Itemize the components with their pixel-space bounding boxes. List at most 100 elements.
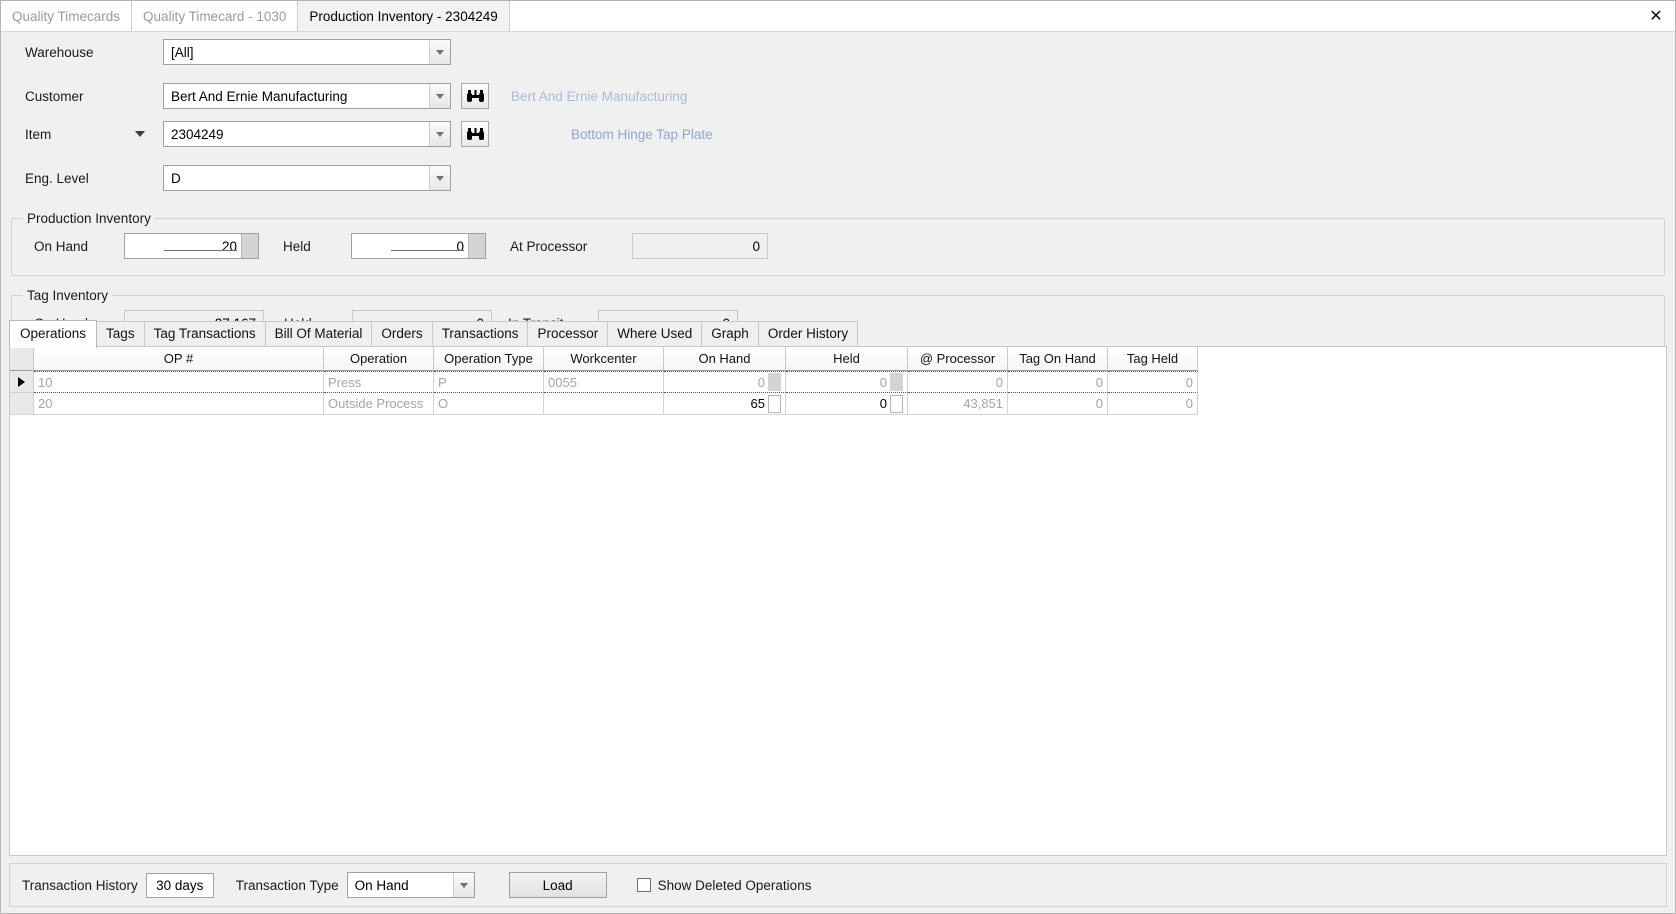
production-inventory-title: Production Inventory bbox=[23, 211, 155, 226]
spinner-handle[interactable] bbox=[890, 394, 903, 413]
column-label: Tag On Hand bbox=[1019, 351, 1096, 366]
cell-operation-type[interactable]: O bbox=[434, 393, 544, 415]
operations-grid[interactable]: OP # Operation Operation Type Workcenter… bbox=[10, 347, 1198, 415]
cell-tag-on-hand[interactable]: 0 bbox=[1008, 371, 1108, 393]
checkbox-box[interactable] bbox=[636, 878, 651, 892]
grid-header-op-number[interactable]: OP # bbox=[34, 347, 324, 371]
cell-operation[interactable]: Press bbox=[324, 371, 434, 393]
load-button[interactable]: Load bbox=[508, 872, 607, 898]
column-label: Tag Held bbox=[1126, 351, 1179, 366]
cell-held[interactable]: 0 bbox=[786, 371, 908, 393]
grid-header-workcenter[interactable]: Workcenter bbox=[544, 347, 664, 371]
cell-operation[interactable]: Outside Process bbox=[324, 393, 434, 415]
chevron-down-icon[interactable] bbox=[429, 166, 450, 190]
item-side-text: Bottom Hinge Tap Plate bbox=[571, 126, 713, 142]
cell-on-hand[interactable]: 0 bbox=[664, 371, 786, 393]
cell-held[interactable]: 0 bbox=[786, 393, 908, 415]
tab-label: Orders bbox=[381, 326, 423, 341]
transaction-type-label: Transaction Type bbox=[235, 877, 339, 893]
chevron-down-icon[interactable] bbox=[429, 84, 450, 108]
grid-header-operation-type[interactable]: Operation Type bbox=[434, 347, 544, 371]
production-held-value: 0 bbox=[352, 239, 468, 254]
grid-header-at-processor[interactable]: @ Processor bbox=[908, 347, 1008, 371]
transaction-type-select[interactable]: On Hand bbox=[346, 872, 475, 898]
tab-order-history[interactable]: Order History bbox=[757, 321, 859, 346]
tab-processor[interactable]: Processor bbox=[527, 321, 609, 346]
spinner-handle[interactable] bbox=[890, 373, 903, 391]
tab-label: Transactions bbox=[441, 326, 519, 341]
chevron-down-icon[interactable] bbox=[429, 40, 450, 64]
tab-operations[interactable]: Operations bbox=[9, 320, 98, 348]
chevron-down-icon[interactable] bbox=[429, 122, 450, 146]
close-icon[interactable]: ✕ bbox=[1643, 3, 1669, 27]
production-at-processor-value-box: 0 bbox=[632, 233, 768, 259]
tab-label: Bill Of Material bbox=[274, 326, 363, 341]
column-label: Operation Type bbox=[444, 351, 533, 366]
tab-graph[interactable]: Graph bbox=[701, 321, 759, 346]
filter-form: Warehouse [All] Customer Bert And Ernie … bbox=[1, 32, 1675, 214]
row-selector[interactable] bbox=[10, 393, 34, 415]
tab-bill-of-material[interactable]: Bill Of Material bbox=[264, 321, 373, 346]
transaction-history-value: 30 days bbox=[156, 877, 204, 893]
cell-value: 0 bbox=[879, 374, 887, 390]
spinner-handle[interactable] bbox=[468, 234, 485, 258]
eng-level-value: D bbox=[171, 170, 181, 186]
cell-workcenter[interactable] bbox=[544, 393, 664, 415]
production-held-input[interactable]: 0 bbox=[351, 233, 486, 259]
table-row[interactable]: 20 Outside Process O 65 0 43,851 0 0 bbox=[10, 393, 1198, 415]
production-on-hand-value: 20 bbox=[125, 239, 241, 254]
binoculars-icon[interactable] bbox=[461, 83, 489, 109]
transaction-history-input[interactable]: 30 days bbox=[145, 872, 214, 898]
cell-value: 0 bbox=[757, 374, 765, 390]
document-tab-quality-timecard-1030[interactable]: Quality Timecard - 1030 bbox=[132, 1, 299, 31]
cell-tag-held[interactable]: 0 bbox=[1108, 371, 1198, 393]
spinner-handle[interactable] bbox=[768, 394, 781, 413]
grid-header-tag-held[interactable]: Tag Held bbox=[1108, 347, 1198, 371]
grid-header-indicator bbox=[10, 347, 34, 371]
spinner-handle[interactable] bbox=[768, 373, 781, 391]
customer-value: Bert And Ernie Manufacturing bbox=[171, 88, 348, 104]
grid-header-on-hand[interactable]: On Hand bbox=[664, 347, 786, 371]
row-selector[interactable] bbox=[10, 371, 34, 393]
grid-header-tag-on-hand[interactable]: Tag On Hand bbox=[1008, 347, 1108, 371]
item-select[interactable]: 2304249 bbox=[163, 121, 451, 147]
cell-tag-held[interactable]: 0 bbox=[1108, 393, 1198, 415]
spinner-handle[interactable] bbox=[241, 234, 258, 258]
document-tab-quality-timecards[interactable]: Quality Timecards bbox=[1, 1, 133, 31]
table-row[interactable]: 10 Press P 0055 0 0 0 0 0 bbox=[10, 371, 1198, 393]
tab-tag-transactions[interactable]: Tag Transactions bbox=[143, 321, 266, 346]
customer-field-group: Customer Bert And Ernie Manufacturing Be… bbox=[25, 83, 687, 109]
cell-at-processor[interactable]: 43,851 bbox=[908, 393, 1008, 415]
customer-label: Customer bbox=[25, 88, 84, 104]
application-window: Quality Timecards Quality Timecard - 103… bbox=[0, 0, 1676, 914]
cell-operation-type[interactable]: P bbox=[434, 371, 544, 393]
eng-level-field-group: Eng. Level D bbox=[25, 165, 451, 191]
warehouse-select[interactable]: [All] bbox=[163, 39, 451, 65]
cell-on-hand[interactable]: 65 bbox=[664, 393, 786, 415]
cell-at-processor[interactable]: 0 bbox=[908, 371, 1008, 393]
tab-transactions[interactable]: Transactions bbox=[431, 321, 529, 346]
tab-orders[interactable]: Orders bbox=[371, 321, 433, 346]
eng-level-select[interactable]: D bbox=[163, 165, 451, 191]
tab-where-used[interactable]: Where Used bbox=[607, 321, 703, 346]
tab-tags[interactable]: Tags bbox=[96, 321, 145, 346]
grid-header-held[interactable]: Held bbox=[786, 347, 908, 371]
tab-label: Tag Transactions bbox=[153, 326, 256, 341]
tab-label: Operations bbox=[20, 326, 87, 341]
grid-header-operation[interactable]: Operation bbox=[324, 347, 434, 371]
cell-value: 65 bbox=[750, 396, 765, 411]
chevron-down-icon[interactable] bbox=[452, 873, 474, 897]
chevron-down-icon[interactable] bbox=[135, 131, 163, 137]
document-tab-label: Quality Timecards bbox=[12, 8, 121, 24]
customer-select[interactable]: Bert And Ernie Manufacturing bbox=[163, 83, 451, 109]
cell-op-number[interactable]: 10 bbox=[34, 371, 324, 393]
customer-side-text: Bert And Ernie Manufacturing bbox=[511, 88, 688, 104]
document-tab-production-inventory[interactable]: Production Inventory - 2304249 bbox=[298, 1, 510, 31]
show-deleted-operations-checkbox[interactable]: Show Deleted Operations bbox=[636, 878, 820, 893]
production-on-hand-input[interactable]: 20 bbox=[124, 233, 259, 259]
cell-tag-on-hand[interactable]: 0 bbox=[1008, 393, 1108, 415]
binoculars-icon[interactable] bbox=[461, 121, 489, 147]
cell-workcenter[interactable]: 0055 bbox=[544, 371, 664, 393]
cell-op-number[interactable]: 20 bbox=[34, 393, 324, 415]
column-label: Workcenter bbox=[570, 351, 637, 366]
